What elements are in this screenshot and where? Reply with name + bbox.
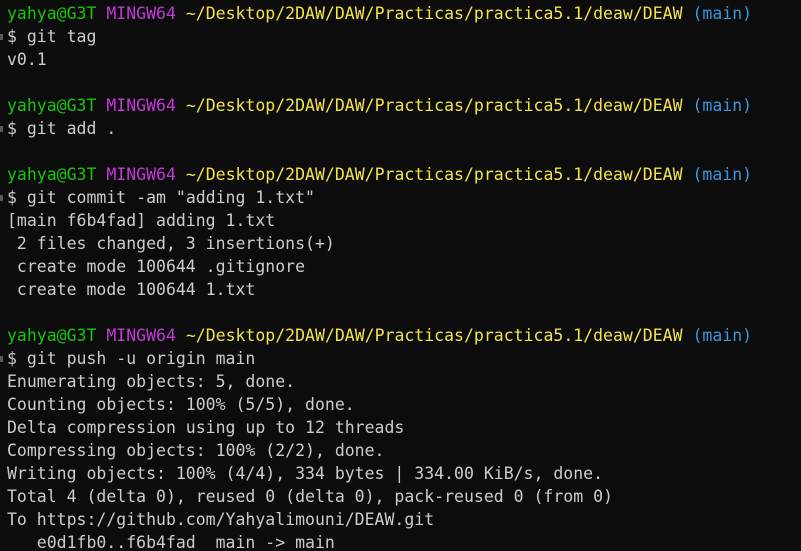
terminal-window[interactable]: yahya@G3T MINGW64 ~/Desktop/2DAW/DAW/Pra… xyxy=(0,0,801,551)
command-marker-icon xyxy=(0,195,3,201)
output-line: Delta compression using up to 12 threads xyxy=(7,416,801,439)
output-line: Enumerating objects: 5, done. xyxy=(7,370,801,393)
output-text: create mode 100644 .gitignore xyxy=(7,257,306,276)
prompt-user-host: yahya@G3T xyxy=(7,326,97,345)
output-line: Writing objects: 100% (4/4), 334 bytes |… xyxy=(7,462,801,485)
command-text: git tag xyxy=(26,27,97,46)
output-line: 2 files changed, 3 insertions(+) xyxy=(7,232,801,255)
command-line: $ git add . xyxy=(0,117,801,140)
prompt-line: yahya@G3T MINGW64 ~/Desktop/2DAW/DAW/Pra… xyxy=(7,2,801,25)
output-text: 2 files changed, 3 insertions(+) xyxy=(7,234,335,253)
output-line: [main f6b4fad] adding 1.txt xyxy=(7,209,801,232)
output-text: Enumerating objects: 5, done. xyxy=(7,372,296,391)
output-line: create mode 100644 .gitignore xyxy=(7,255,801,278)
prompt-line: yahya@G3T MINGW64 ~/Desktop/2DAW/DAW/Pra… xyxy=(7,163,801,186)
prompt-branch: (main) xyxy=(692,165,753,184)
prompt-line: yahya@G3T MINGW64 ~/Desktop/2DAW/DAW/Pra… xyxy=(7,94,801,117)
command-marker-icon xyxy=(0,126,3,132)
prompt-branch: (main) xyxy=(692,4,753,23)
command-line: $ git push -u origin main xyxy=(0,347,801,370)
prompt-user-host: yahya@G3T xyxy=(7,96,97,115)
prompt-line: yahya@G3T MINGW64 ~/Desktop/2DAW/DAW/Pra… xyxy=(7,324,801,347)
prompt-branch: (main) xyxy=(692,96,753,115)
output-line: Compressing objects: 100% (2/2), done. xyxy=(7,439,801,462)
output-text: To https://github.com/Yahyalimouni/DEAW.… xyxy=(7,510,435,529)
output-line: Counting objects: 100% (5/5), done. xyxy=(7,393,801,416)
prompt-user-host: yahya@G3T xyxy=(7,165,97,184)
command-line: $ git tag xyxy=(0,25,801,48)
prompt-sigil: $ xyxy=(7,188,17,207)
prompt-system: MINGW64 xyxy=(106,326,176,345)
output-line: v0.1 xyxy=(7,48,801,71)
command-text: git add . xyxy=(26,119,117,138)
output-text: Compressing objects: 100% (2/2), done. xyxy=(7,441,385,460)
prompt-path: ~/Desktop/2DAW/DAW/Practicas/practica5.1… xyxy=(185,4,683,23)
output-text: Total 4 (delta 0), reused 0 (delta 0), p… xyxy=(7,487,613,506)
prompt-system: MINGW64 xyxy=(106,96,176,115)
output-text: [main f6b4fad] adding 1.txt xyxy=(7,211,276,230)
output-text: Delta compression using up to 12 threads xyxy=(7,418,405,437)
prompt-sigil: $ xyxy=(7,349,17,368)
prompt-system: MINGW64 xyxy=(106,4,176,23)
command-marker-icon xyxy=(0,356,3,362)
output-line: To https://github.com/Yahyalimouni/DEAW.… xyxy=(7,508,801,531)
prompt-sigil: $ xyxy=(7,27,17,46)
output-text: create mode 100644 1.txt xyxy=(7,280,256,299)
output-line: e0d1fb0..f6b4fad main -> main xyxy=(7,531,801,551)
output-text: v0.1 xyxy=(7,50,47,69)
output-line: create mode 100644 1.txt xyxy=(7,278,801,301)
output-text: Writing objects: 100% (4/4), 334 bytes |… xyxy=(7,464,604,483)
command-text: git push -u origin main xyxy=(26,349,256,368)
prompt-sigil: $ xyxy=(7,119,17,138)
command-line: $ git commit -am "adding 1.txt" xyxy=(0,186,801,209)
prompt-path: ~/Desktop/2DAW/DAW/Practicas/practica5.1… xyxy=(185,326,683,345)
prompt-path: ~/Desktop/2DAW/DAW/Practicas/practica5.1… xyxy=(185,165,683,184)
command-text: git commit -am "adding 1.txt" xyxy=(26,188,315,207)
output-text: e0d1fb0..f6b4fad main -> main xyxy=(7,533,335,551)
prompt-path: ~/Desktop/2DAW/DAW/Practicas/practica5.1… xyxy=(185,96,683,115)
output-text: Counting objects: 100% (5/5), done. xyxy=(7,395,355,414)
prompt-user-host: yahya@G3T xyxy=(7,4,97,23)
command-marker-icon xyxy=(0,34,3,40)
prompt-branch: (main) xyxy=(692,326,753,345)
output-line: Total 4 (delta 0), reused 0 (delta 0), p… xyxy=(7,485,801,508)
prompt-system: MINGW64 xyxy=(106,165,176,184)
